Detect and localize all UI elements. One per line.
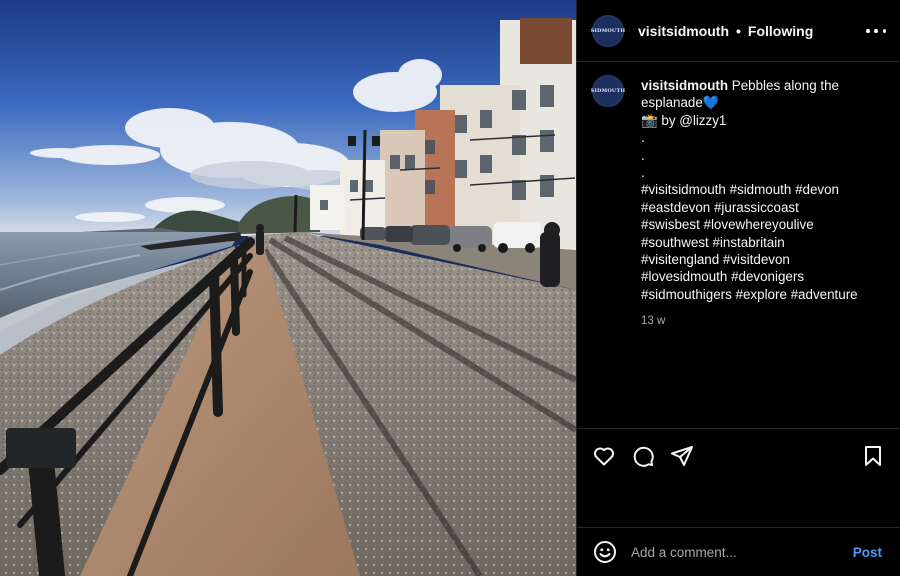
caption-text-start: Pebbles along the (728, 78, 839, 93)
caption-dot: . (641, 165, 645, 181)
caption-dot: . (641, 147, 645, 163)
post-details-panel: SIDMOUTH visitsidmouth • Following SIDMO… (576, 0, 900, 576)
post-header: SIDMOUTH visitsidmouth • Following (577, 0, 900, 62)
account-avatar[interactable]: SIDMOUTH (590, 14, 626, 47)
caption-avatar[interactable]: SIDMOUTH (590, 75, 626, 107)
following-button[interactable]: Following (748, 23, 813, 39)
heart-icon[interactable] (591, 443, 617, 469)
hashtag-line[interactable]: #eastdevon #jurassiccoast (641, 199, 893, 216)
post-photo[interactable] (0, 0, 576, 576)
hashtag-list: #visitsidmouth #sidmouth #devon #eastdev… (641, 181, 893, 303)
post-comment-button[interactable]: Post (853, 545, 882, 560)
hashtag-line[interactable]: #visitengland #visitdevon (641, 251, 893, 268)
post-timestamp[interactable]: 13 w (641, 313, 893, 330)
avatar-logo-text: SIDMOUTH (590, 27, 626, 34)
caption-text-end: esplanade💙 (641, 95, 720, 111)
comment-composer: Post (577, 527, 900, 576)
bookmark-icon[interactable] (860, 443, 886, 469)
hashtag-line[interactable]: #southwest #instabritain (641, 234, 893, 251)
hashtag-line[interactable]: #swisbest #lovewhereyoulive (641, 216, 893, 233)
hashtag-line[interactable]: #visitsidmouth #sidmouth #devon (641, 181, 893, 198)
photo-credit: 📸 by @lizzy1 (641, 112, 727, 128)
caption-first-line: visitsidmouth Pebbles along the (641, 77, 893, 94)
post-action-bar (577, 428, 900, 474)
comment-bubble-icon[interactable] (630, 443, 656, 469)
seafront-photo-illustration (0, 0, 576, 576)
caption-text: visitsidmouth Pebbles along the esplanad… (641, 77, 893, 331)
more-options-icon[interactable] (866, 22, 886, 40)
caption-dot: . (641, 130, 645, 146)
caption-username[interactable]: visitsidmouth (641, 78, 728, 93)
separator-dot: • (736, 22, 741, 39)
paper-plane-icon[interactable] (669, 443, 695, 469)
comment-input[interactable] (631, 541, 836, 563)
hashtag-line[interactable]: #lovesidmouth #devonigers (641, 268, 893, 285)
avatar-logo-text: SIDMOUTH (590, 88, 626, 94)
hashtag-line[interactable]: #sidmouthigers #explore #adventure (641, 286, 893, 303)
account-username[interactable]: visitsidmouth (638, 23, 729, 39)
smiley-icon[interactable] (593, 540, 617, 564)
